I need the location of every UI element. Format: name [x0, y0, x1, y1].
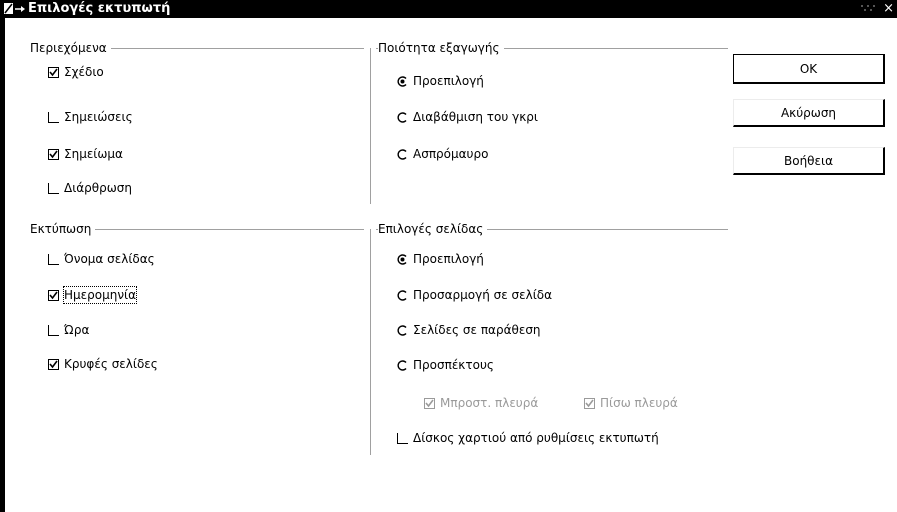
radio-selected-icon[interactable]: [397, 75, 408, 87]
checkbox-checked-icon[interactable]: [584, 397, 595, 409]
radio-quality-grayscale[interactable]: Διαβάθμιση του γκρι: [397, 109, 538, 125]
quality-group-label: Ποιότητα εξαγωγής: [378, 41, 504, 55]
radio-quality-bw[interactable]: Ασπρόμαυρο: [397, 146, 488, 162]
checkbox-checked-icon[interactable]: [48, 66, 59, 78]
title-bar: Επιλογές εκτυπωτή ×: [0, 0, 897, 18]
checkbox-date[interactable]: Ημερομηνία: [48, 286, 138, 304]
radio-quality-default[interactable]: Προεπιλογή: [397, 73, 484, 89]
help-button[interactable]: Βοήθεια: [733, 147, 885, 175]
radio-label: Προσπέκτους: [413, 358, 494, 372]
radio-unselected-icon[interactable]: [397, 324, 408, 336]
radio-unselected-icon[interactable]: [397, 359, 408, 371]
radio-label: Προεπιλογή: [413, 74, 484, 88]
window-frame-left: [0, 18, 5, 512]
radio-selected-icon[interactable]: [397, 253, 408, 265]
checkbox-label: Όνομα σελίδας: [64, 252, 155, 266]
checkbox-checked-icon[interactable]: [48, 289, 59, 301]
checkbox-unchecked-icon[interactable]: [397, 432, 408, 444]
radio-page-default[interactable]: Προεπιλογή: [397, 251, 484, 267]
checkbox-page-name[interactable]: Όνομα σελίδας: [48, 251, 155, 267]
checkbox-unchecked-icon[interactable]: [48, 182, 59, 194]
radio-label: Προεπιλογή: [413, 252, 484, 266]
radio-unselected-icon[interactable]: [397, 148, 408, 160]
print-group-label: Εκτύπωση: [30, 222, 96, 236]
checkbox-memo[interactable]: Σημείωμα: [48, 146, 123, 162]
checkbox-checked-icon[interactable]: [424, 397, 435, 409]
checkbox-front-side[interactable]: Μπροστ. πλευρά: [424, 395, 538, 411]
printer-options-icon: [4, 3, 25, 14]
checkbox-label: Πίσω πλευρά: [600, 396, 678, 410]
radio-fit-to-page[interactable]: Προσαρμογή σε σελίδα: [397, 287, 552, 303]
checkbox-label: Σχέδιο: [64, 65, 104, 79]
radio-unselected-icon[interactable]: [397, 289, 408, 301]
radio-label: Σελίδες σε παράθεση: [413, 323, 541, 337]
checkbox-checked-icon[interactable]: [48, 358, 59, 370]
checkbox-design[interactable]: Σχέδιο: [48, 64, 104, 80]
checkbox-checked-icon[interactable]: [48, 148, 59, 160]
checkbox-unchecked-icon[interactable]: [48, 111, 59, 123]
cancel-button[interactable]: Ακύρωση: [733, 99, 885, 127]
checkbox-outline[interactable]: Διάρθρωση: [48, 180, 132, 196]
checkbox-notes[interactable]: Σημειώσεις: [48, 109, 133, 125]
close-icon[interactable]: ×: [883, 0, 894, 17]
radio-label: Ασπρόμαυρο: [413, 147, 489, 161]
radio-brochure[interactable]: Προσπέκτους: [397, 357, 494, 373]
page-options-group-label: Επιλογές σελίδας: [378, 222, 488, 236]
checkbox-label: Ημερομηνία: [62, 286, 138, 304]
radio-label: Διαβάθμιση του γκρι: [413, 110, 538, 124]
radio-unselected-icon[interactable]: [397, 111, 408, 123]
quality-group-divider: [370, 48, 371, 204]
checkbox-label: Μπροστ. πλευρά: [440, 396, 539, 410]
ok-button[interactable]: OK: [733, 54, 885, 84]
radio-tile-pages[interactable]: Σελίδες σε παράθεση: [397, 322, 541, 338]
checkbox-unchecked-icon[interactable]: [48, 324, 59, 336]
radio-label: Προσαρμογή σε σελίδα: [413, 288, 553, 302]
checkbox-label: Κρυφές σελίδες: [64, 357, 158, 371]
checkbox-time[interactable]: Ώρα: [48, 322, 89, 338]
checkbox-hidden-pages[interactable]: Κρυφές σελίδες: [48, 356, 158, 372]
checkbox-back-side[interactable]: Πίσω πλευρά: [584, 395, 678, 411]
contents-group-label: Περιεχόμενα: [30, 41, 111, 55]
page-options-group-divider: [370, 229, 371, 455]
checkbox-label: Δίσκος χαρτιού από ρυθμίσεις εκτυπωτή: [413, 431, 659, 445]
checkbox-unchecked-icon[interactable]: [48, 253, 59, 265]
grip-icon: [861, 5, 875, 11]
window-title: Επιλογές εκτυπωτή: [28, 1, 171, 16]
checkbox-label: Σημείωμα: [64, 147, 123, 161]
checkbox-paper-tray[interactable]: Δίσκος χαρτιού από ρυθμίσεις εκτυπωτή: [397, 430, 659, 446]
checkbox-label: Ώρα: [64, 323, 90, 337]
checkbox-label: Σημειώσεις: [64, 110, 133, 124]
checkbox-label: Διάρθρωση: [64, 181, 133, 195]
